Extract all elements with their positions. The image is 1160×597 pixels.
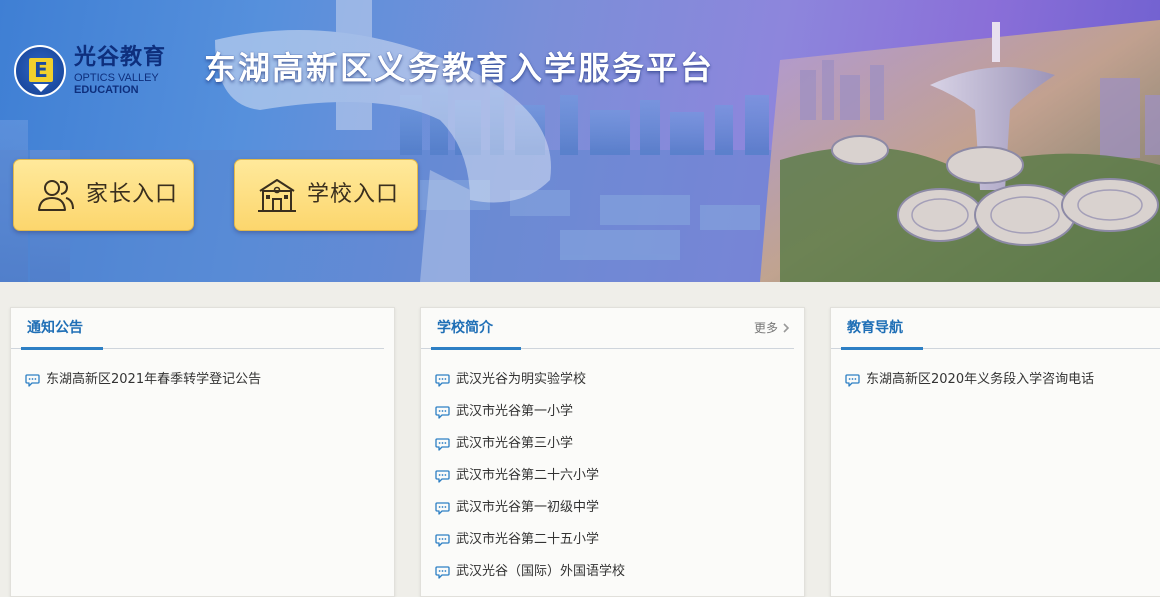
list-item-text: 武汉市光谷第一小学 bbox=[456, 404, 574, 419]
list-item[interactable]: 武汉市光谷第三小学 bbox=[435, 428, 625, 460]
list-item-text: 武汉市光谷第二十五小学 bbox=[456, 532, 600, 547]
list-item[interactable]: 东湖高新区2021年春季转学登记公告 bbox=[25, 364, 261, 396]
brand-logo[interactable]: E 光谷教育 OPTICS VALLEY EDUCATION bbox=[14, 44, 194, 98]
list-item-text: 东湖高新区2021年春季转学登记公告 bbox=[46, 372, 262, 387]
chat-bubble-icon bbox=[435, 373, 450, 387]
logo-emblem-icon: E bbox=[14, 45, 66, 97]
list-item[interactable]: 武汉市光谷第二十五小学 bbox=[435, 524, 625, 556]
schools-list: 武汉光谷为明实验学校 武汉市光谷第一小学 武汉市光谷第三小学 武汉市光谷第二十六小学武… bbox=[435, 364, 625, 588]
school-entry-button[interactable]: 学校入口 bbox=[234, 159, 418, 231]
notice-panel-title[interactable]: 通知公告 bbox=[27, 318, 83, 338]
chat-bubble-icon bbox=[435, 501, 450, 515]
list-item[interactable]: 武汉光谷为明实验学校 bbox=[435, 364, 625, 396]
page-title: 东湖高新区义务教育入学服务平台 bbox=[204, 49, 715, 87]
school-entry-label: 学校入口 bbox=[307, 182, 400, 207]
city-skyline-illustration bbox=[0, 0, 1160, 282]
schools-panel: 学校简介 更多 武汉光谷为明实验学校 武汉市光谷第一小学 武汉市光谷第三小学武汉市光… bbox=[420, 307, 805, 597]
logo-name-cn: 光谷教育 bbox=[74, 45, 167, 70]
parent-entry-button[interactable]: 家长入口 bbox=[13, 159, 194, 231]
list-item-text: 东湖高新区2020年义务段入学咨询电话 bbox=[866, 372, 1095, 387]
list-item[interactable]: 武汉市光谷第一小学 bbox=[435, 396, 625, 428]
list-item[interactable]: 武汉市光谷第二十六小学 bbox=[435, 460, 625, 492]
education-nav-panel: 教育导航 东湖高新区2020年义务段入学咨询电话 bbox=[830, 307, 1160, 597]
list-item[interactable]: 东湖高新区2020年义务段入学咨询电话 bbox=[845, 364, 1094, 396]
logo-name-en-line2: EDUCATION bbox=[74, 84, 139, 96]
schools-panel-title[interactable]: 学校简介 bbox=[437, 318, 493, 338]
chat-bubble-icon bbox=[435, 533, 450, 547]
chevron-right-icon bbox=[783, 323, 790, 333]
more-label: 更多 bbox=[753, 321, 778, 335]
logo-text: 光谷教育 OPTICS VALLEY EDUCATION bbox=[74, 45, 167, 97]
schools-panel-header: 学校简介 更多 bbox=[421, 308, 804, 350]
list-item[interactable]: 武汉光谷（国际）外国语学校 bbox=[435, 556, 625, 588]
chat-bubble-icon bbox=[435, 565, 450, 579]
notice-panel: 通知公告 东湖高新区2021年春季转学登记公告 bbox=[10, 307, 395, 597]
nav-panel-title[interactable]: 教育导航 bbox=[847, 318, 903, 338]
list-item-text: 武汉光谷为明实验学校 bbox=[456, 372, 587, 387]
notice-panel-header: 通知公告 bbox=[11, 308, 394, 350]
notice-list: 东湖高新区2021年春季转学登记公告 bbox=[25, 364, 261, 396]
chat-bubble-icon bbox=[845, 373, 860, 387]
parent-entry-label: 家长入口 bbox=[86, 182, 179, 207]
more-link[interactable]: 更多 bbox=[754, 319, 790, 337]
nav-panel-header: 教育导航 bbox=[831, 308, 1160, 350]
chat-bubble-icon bbox=[25, 373, 40, 387]
list-item-text: 武汉市光谷第一初级中学 bbox=[456, 500, 600, 515]
chat-bubble-icon bbox=[435, 405, 450, 419]
users-icon bbox=[38, 180, 74, 211]
list-item-text: 武汉市光谷第二十六小学 bbox=[456, 468, 600, 483]
list-item-text: 武汉光谷（国际）外国语学校 bbox=[456, 564, 626, 579]
chat-bubble-icon bbox=[435, 437, 450, 451]
logo-name-en-line1: OPTICS VALLEY bbox=[74, 72, 159, 84]
chat-bubble-icon bbox=[435, 469, 450, 483]
nav-list: 东湖高新区2020年义务段入学咨询电话 bbox=[845, 364, 1094, 396]
school-building-icon bbox=[258, 179, 296, 212]
list-item-text: 武汉市光谷第三小学 bbox=[456, 436, 574, 451]
list-item[interactable]: 武汉市光谷第一初级中学 bbox=[435, 492, 625, 524]
hero-banner: E 光谷教育 OPTICS VALLEY EDUCATION 东湖高新区义务教育… bbox=[0, 0, 1160, 282]
